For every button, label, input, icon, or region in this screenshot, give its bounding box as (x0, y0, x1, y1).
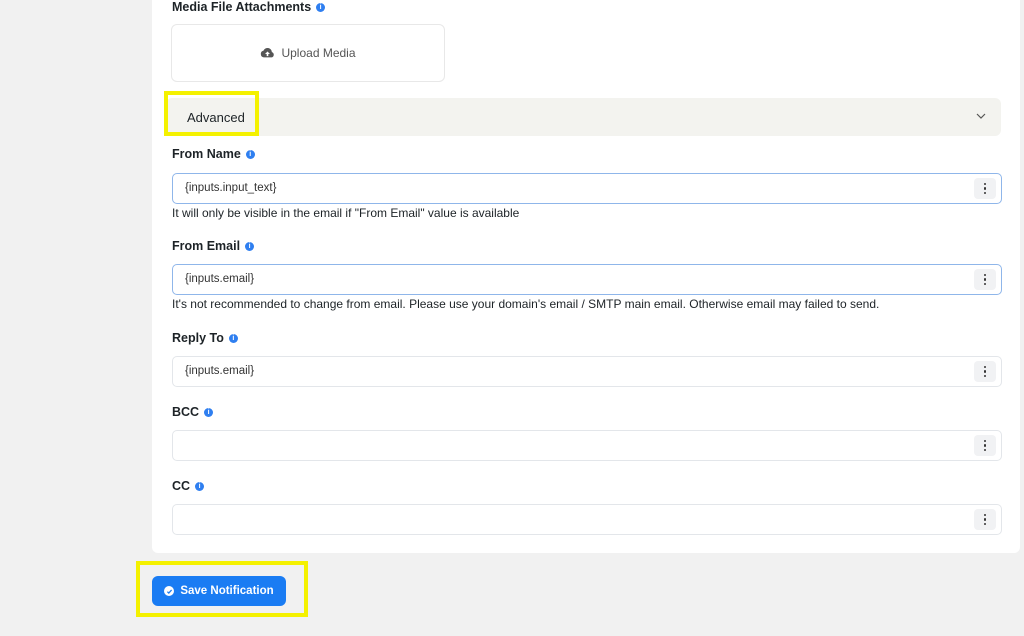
cc-label: CC i (172, 479, 205, 493)
from-email-value: {inputs.email} (185, 273, 255, 285)
info-icon[interactable]: i (228, 333, 238, 343)
from-name-label-text: From Name (172, 147, 241, 161)
save-notification-button[interactable]: Save Notification (152, 576, 286, 606)
more-options-icon[interactable] (974, 361, 996, 382)
from-name-field[interactable]: {inputs.input_text} (172, 173, 1002, 204)
reply-to-field[interactable]: {inputs.email} (172, 356, 1002, 387)
reply-to-value: {inputs.email} (185, 365, 255, 377)
media-attachments-label: Media File Attachments i (172, 0, 326, 14)
check-circle-icon (164, 586, 175, 596)
cc-label-text: CC (172, 479, 191, 493)
more-options-icon[interactable] (974, 269, 996, 290)
advanced-highlight-box (164, 91, 259, 136)
info-icon[interactable]: i (204, 407, 214, 417)
reply-to-label: Reply To i (172, 331, 238, 345)
more-options-icon[interactable] (974, 435, 996, 456)
from-email-help-text: It's not recommended to change from emai… (172, 297, 880, 311)
bcc-field[interactable] (172, 430, 1002, 461)
chevron-down-icon[interactable] (976, 111, 986, 121)
bcc-label: BCC i (172, 405, 214, 419)
from-email-label-text: From Email (172, 239, 241, 253)
bcc-label-text: BCC (172, 405, 200, 419)
cc-field[interactable] (172, 504, 1002, 535)
cloud-upload-icon (261, 47, 275, 58)
advanced-section-toggle[interactable] (166, 98, 1001, 136)
save-notification-label: Save Notification (180, 585, 274, 597)
from-email-field[interactable]: {inputs.email} (172, 264, 1002, 295)
media-attachments-label-text: Media File Attachments (172, 0, 312, 14)
info-icon[interactable]: i (245, 149, 255, 159)
more-options-icon[interactable] (974, 509, 996, 530)
from-name-value: {inputs.input_text} (185, 182, 277, 194)
from-name-help-text: It will only be visible in the email if … (172, 206, 520, 220)
info-icon[interactable]: i (245, 241, 255, 251)
info-icon[interactable]: i (316, 2, 326, 12)
info-icon[interactable]: i (195, 481, 205, 491)
from-email-label: From Email i (172, 239, 255, 253)
more-options-icon[interactable] (974, 178, 996, 199)
upload-media-button[interactable]: Upload Media (171, 24, 445, 82)
upload-media-label: Upload Media (281, 46, 356, 60)
reply-to-label-text: Reply To (172, 331, 224, 345)
from-name-label: From Name i (172, 147, 255, 161)
